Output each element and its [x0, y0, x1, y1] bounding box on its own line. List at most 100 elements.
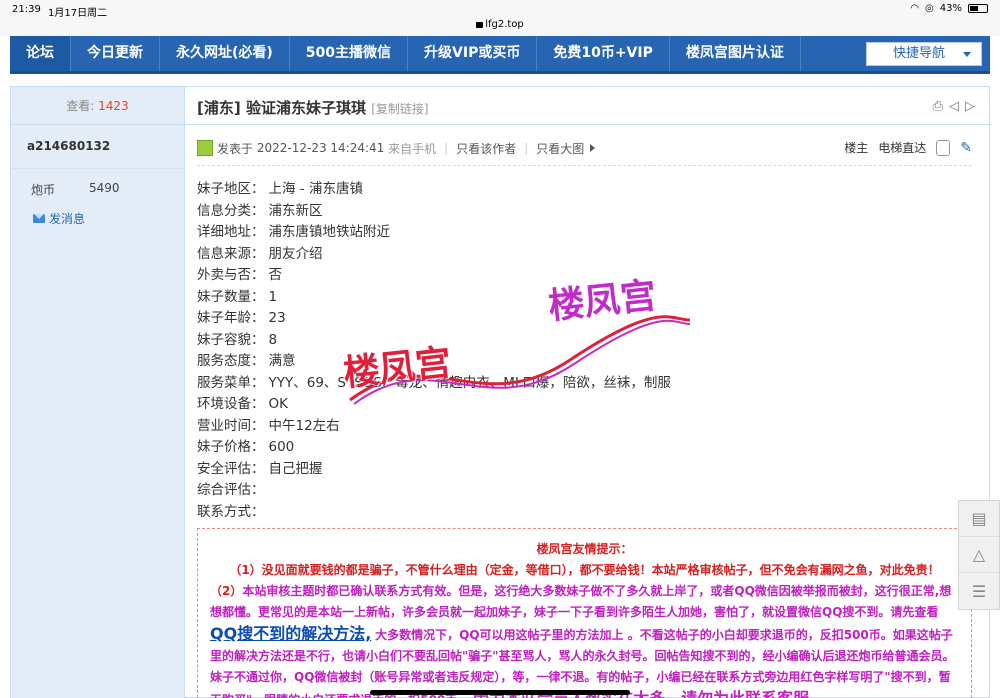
- tips-box: 楼凤宫友情提示： （1）没见面就要钱的都是骗子，不管什么理由（定金，等借口），都…: [197, 528, 972, 698]
- tips-paragraph-2: （2）本站审核主题时都已确认联系方式有效。但是，这行绝大多数妹子做不了多久就上岸…: [210, 581, 959, 698]
- tips-p2-body: 本站审核主题时都已确认联系方式有效。但是，这行绝大多数妹子做不了多久就上岸了，或…: [210, 584, 952, 619]
- field-label: 综合评估：: [197, 482, 265, 498]
- qq-solution-link[interactable]: QQ搜不到的解决方法,: [210, 624, 371, 643]
- nav-item-vip[interactable]: 升级VIP或买币: [408, 36, 538, 71]
- address-bar[interactable]: lfg2.top: [0, 19, 1000, 30]
- posted-from: 来自手机: [388, 141, 437, 156]
- floating-toolbar: ▤ △ ☰: [958, 500, 1000, 610]
- nav-item-today[interactable]: 今日更新: [71, 36, 160, 71]
- coins-value: 5490: [89, 181, 120, 195]
- field-label: 妹子年龄：: [197, 310, 265, 326]
- field-label: 妹子地区：: [197, 181, 265, 197]
- title-tools: ⎙ ◁ ▷: [933, 99, 975, 114]
- field-value: 否: [268, 267, 283, 283]
- quick-nav-button[interactable]: 快捷导航: [866, 42, 982, 66]
- nav-item-photo-verify[interactable]: 楼凤宫图片认证: [670, 36, 801, 71]
- home-indicator: [370, 690, 630, 695]
- field-value: 浦东唐镇地铁站附近: [268, 224, 391, 240]
- tips-paragraph-1: （1）没见面就要钱的都是骗子，不管什么理由（定金，等借口），都不要给钱！本站严格…: [229, 563, 940, 577]
- post-field: 信息分类： 浦东新区: [197, 199, 797, 221]
- title-text: 验证浦东妹子琪琪: [245, 99, 366, 117]
- send-message-label: 发消息: [49, 212, 86, 226]
- post-field: 外卖与否：否: [197, 263, 797, 285]
- caret-right-icon: [590, 144, 596, 152]
- post-field: 联系方式：: [197, 500, 797, 522]
- status-indicators: ◠ ◎ 43%: [910, 3, 988, 14]
- main-nav: 论坛 今日更新 永久网址(必看) 500主播微信 升级VIP或买币 免费10币+…: [10, 36, 990, 74]
- field-label: 营业时间：: [197, 417, 265, 434]
- mail-icon: [33, 214, 45, 223]
- post-title-row: [浦东] 验证浦东妹子琪琪 [复制链接] ⎙ ◁ ▷: [186, 87, 991, 125]
- back-to-top-icon[interactable]: △: [959, 537, 999, 573]
- tips-title: 楼凤宫友情提示：: [536, 542, 633, 556]
- tips-p2-prefix: （2）: [210, 584, 243, 598]
- field-value: 自己把握: [268, 460, 323, 477]
- post-field: 综合评估：: [197, 478, 797, 500]
- only-author-link[interactable]: 只看该作者: [456, 140, 516, 157]
- list-icon[interactable]: ☰: [959, 573, 999, 609]
- meta-right: 楼主 电梯直达 ✎: [844, 139, 972, 156]
- field-label: 妹子数量：: [197, 288, 265, 305]
- author-name[interactable]: a214680132: [11, 125, 184, 169]
- field-value: 满意: [268, 353, 296, 369]
- send-message-link[interactable]: 发消息: [11, 198, 184, 227]
- copy-link[interactable]: [复制链接]: [371, 102, 428, 116]
- posted-time: 2022-12-23 14:24:41: [256, 141, 385, 155]
- field-label: 详细地址：: [197, 224, 265, 240]
- reply-icon[interactable]: ▤: [959, 501, 999, 537]
- field-value: 朋友介绍: [268, 245, 323, 262]
- field-value: 8: [268, 331, 278, 348]
- battery-icon: [968, 4, 988, 13]
- nav-item-free-coins[interactable]: 免费10币+VIP: [537, 36, 670, 71]
- region-tag[interactable]: [浦东]: [197, 99, 241, 117]
- field-label: 安全评估：: [197, 460, 265, 477]
- lock-icon: [476, 22, 484, 28]
- field-label: 信息来源：: [197, 245, 265, 262]
- only-big-image-link[interactable]: 只看大图: [536, 140, 584, 157]
- field-label: 外卖与否：: [197, 267, 265, 283]
- nav-item-wechat[interactable]: 500主播微信: [290, 36, 409, 71]
- field-label: 妹子价格：: [197, 439, 265, 455]
- prev-thread-icon[interactable]: ◁: [949, 99, 959, 114]
- status-date: 1月17日周二: [48, 8, 108, 19]
- chevron-down-icon: [963, 52, 971, 57]
- field-label: 服务菜单：: [197, 374, 265, 391]
- field-value: 中午12左右: [268, 417, 340, 434]
- meta-divider: [197, 165, 972, 166]
- post-field: 详细地址： 浦东唐镇地铁站附近: [197, 220, 797, 242]
- author-sidebar: 查看: 1423 a214680132 炮币 5490 发消息: [11, 87, 185, 698]
- post-field: 安全评估： 自己把握: [197, 457, 797, 479]
- field-label: 联系方式：: [197, 503, 265, 520]
- views-number: 1423: [98, 99, 129, 113]
- field-label: 妹子容貌：: [197, 331, 265, 348]
- field-value: 上海 - 浦东唐镇: [268, 181, 363, 197]
- nav-item-permanent-url[interactable]: 永久网址(必看): [160, 36, 290, 71]
- status-time: 21:39: [12, 4, 41, 15]
- print-icon[interactable]: ⎙: [933, 99, 943, 114]
- view-count: 查看: 1423: [11, 87, 184, 125]
- field-label: 环境设备：: [197, 396, 265, 412]
- field-value: 23: [268, 310, 286, 326]
- next-thread-icon[interactable]: ▷: [965, 99, 975, 114]
- field-label: 服务态度：: [197, 353, 265, 369]
- author-coins: 炮币 5490: [11, 169, 184, 198]
- rotation-lock-icon: ◎: [925, 3, 934, 14]
- status-bar: 21:39 1月17日周二 lfg2.top ◠ ◎ 43%: [0, 0, 1000, 36]
- post-meta: 发表于 2022-12-23 14:24:41 来自手机 | 只看该作者 | 只…: [197, 137, 972, 159]
- meta-separator: |: [524, 141, 529, 155]
- elevator-input[interactable]: [936, 139, 951, 156]
- post-title: [浦东] 验证浦东妹子琪琪 [复制链接]: [197, 97, 429, 118]
- edit-pen-icon[interactable]: ✎: [960, 140, 972, 156]
- meta-separator: |: [444, 141, 449, 155]
- elevator-label: 电梯直达: [878, 141, 927, 155]
- battery-percent: 43%: [939, 3, 962, 14]
- field-value: 600: [268, 439, 295, 455]
- views-label: 查看:: [66, 99, 95, 113]
- url-text: lfg2.top: [485, 19, 524, 30]
- post-field: 妹子地区： 上海 - 浦东唐镇: [197, 177, 797, 199]
- field-value: 1: [268, 288, 278, 305]
- post-field: 妹子价格： 600: [197, 435, 797, 457]
- quick-nav-label: 快捷导航: [893, 46, 946, 61]
- nav-item-forum[interactable]: 论坛: [10, 36, 71, 71]
- floor-label: 楼主: [844, 141, 869, 155]
